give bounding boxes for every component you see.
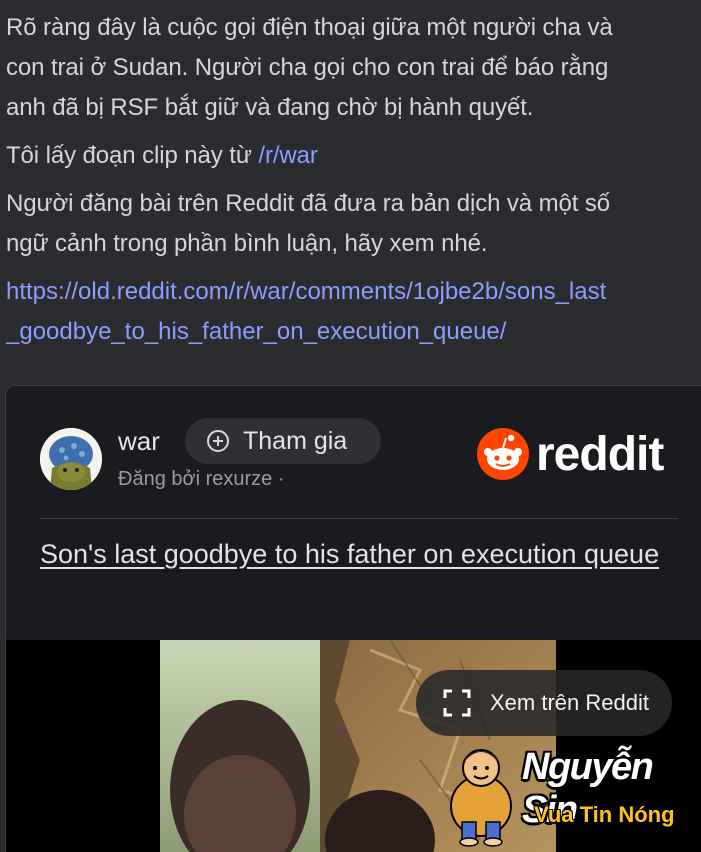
posted-by: Đăng bởi rexurze ·	[118, 468, 285, 490]
paragraph-line: con trai ở Sudan. Người cha gọi cho con …	[6, 54, 609, 81]
join-label: Tham gia	[243, 426, 348, 455]
view-on-label: Xem trên Reddit	[490, 690, 649, 715]
paragraph-line: ngữ cảnh trong phần bình luận, hãy xem n…	[6, 230, 488, 257]
reddit-snoo-icon	[477, 428, 529, 480]
paragraph-line: Rõ ràng đây là cuộc gọi điện thoại giữa …	[6, 14, 613, 41]
post-paragraph-3: Người đăng bài trên Reddit đã đưa ra bản…	[6, 184, 701, 264]
embed-header: war Tham gia Đăng bởi rexurze · reddit S…	[6, 386, 701, 636]
watermark-tagline: Vua Tin Nóng	[534, 802, 675, 827]
subreddit-link[interactable]: /r/war	[258, 142, 318, 169]
plus-circle-icon	[207, 430, 229, 452]
paragraph-text: Tôi lấy đoạn clip này từ	[6, 142, 259, 169]
embed-post-title[interactable]: Son's last goodbye to his father on exec…	[40, 534, 680, 574]
mascot-icon	[450, 749, 512, 847]
expand-icon	[443, 689, 471, 717]
post-paragraph-1: Rõ ràng đây là cuộc gọi điện thoại giữa …	[6, 8, 701, 128]
join-button[interactable]: Tham gia	[185, 418, 381, 464]
divider	[40, 518, 678, 519]
url-line[interactable]: _goodbye_to_his_father_on_execution_queu…	[6, 312, 701, 352]
reddit-logo[interactable]: reddit	[476, 426, 664, 482]
avatar-icon	[40, 428, 102, 490]
paragraph-line: anh đã bị RSF bắt giữ và đang chờ bị hàn…	[6, 94, 534, 121]
url-line[interactable]: https://old.reddit.com/r/war/comments/1o…	[6, 272, 701, 312]
subreddit-avatar[interactable]	[40, 428, 102, 490]
view-on-reddit-button[interactable]: Xem trên Reddit	[416, 670, 672, 736]
post-body: Rõ ràng đây là cuộc gọi điện thoại giữa …	[6, 8, 701, 352]
post-paragraph-2: Tôi lấy đoạn clip này từ /r/war	[6, 136, 701, 176]
paragraph-line: Người đăng bài trên Reddit đã đưa ra bản…	[6, 190, 611, 217]
reddit-wordmark: reddit	[536, 427, 664, 481]
subreddit-name[interactable]: war	[118, 426, 160, 457]
watermark: Nguyễn Sin Vua Tin Nóng	[444, 740, 694, 850]
reddit-url-link[interactable]: https://old.reddit.com/r/war/comments/1o…	[6, 272, 701, 352]
